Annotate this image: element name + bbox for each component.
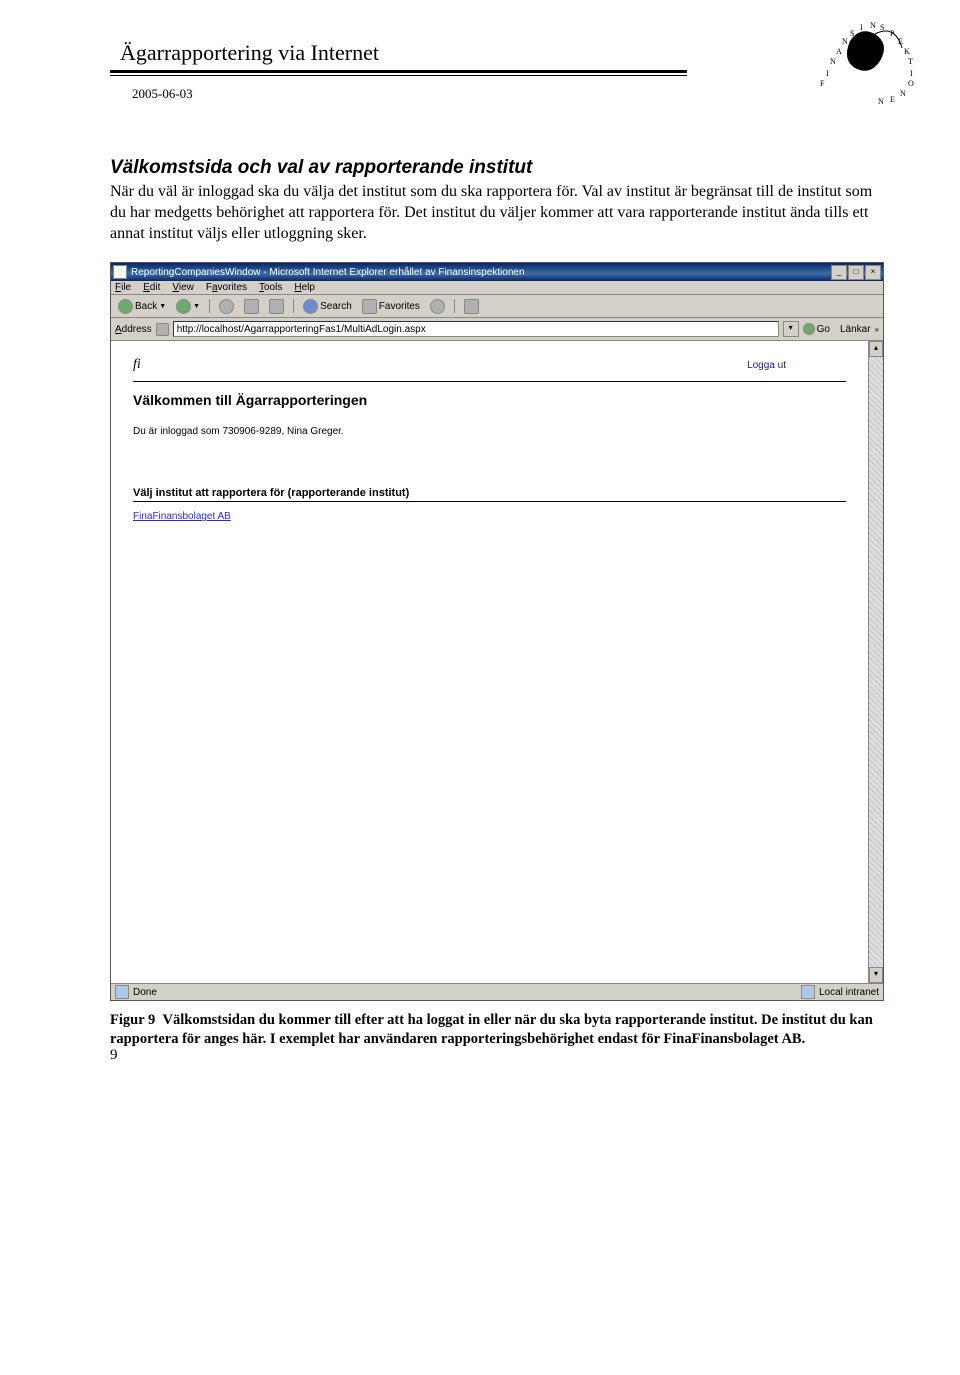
menu-favorites[interactable]: Favorites [206,282,247,293]
links-chevron-icon: » [875,325,879,334]
back-icon [118,299,133,314]
svg-text:S: S [880,23,886,32]
svg-text:T: T [908,57,915,66]
go-button[interactable]: Go [803,323,830,335]
stop-icon [219,299,234,314]
svg-text:P: P [890,29,896,38]
history-button[interactable] [427,298,448,314]
svg-text:F: F [820,79,826,88]
scroll-track[interactable] [869,357,883,967]
svg-text:N: N [878,97,886,106]
refresh-button[interactable] [241,298,262,314]
svg-text:N: N [870,21,878,30]
forward-button[interactable]: ▼ [173,298,203,314]
document-title: Ägarrapportering via Internet [120,40,890,66]
svg-text:E: E [890,95,897,104]
svg-text:I: I [826,69,831,78]
history-icon [430,299,445,314]
scroll-up-button[interactable]: ▴ [869,341,883,357]
menu-tools[interactable]: Tools [259,282,282,293]
svg-text:E: E [898,37,905,46]
minimize-button[interactable]: _ [831,265,847,280]
search-icon [303,299,318,314]
mail-button[interactable] [461,298,482,314]
svg-text:O: O [908,79,916,88]
svg-text:A: A [836,47,844,56]
scroll-down-button[interactable]: ▾ [869,967,883,983]
section-paragraph: När du väl är inloggad ska du välja det … [110,181,890,244]
figure-caption-text: Välkomstsidan du kommer till efter att h… [110,1012,873,1047]
links-label[interactable]: Länkar [840,324,871,335]
menu-file[interactable]: File [115,282,131,293]
mail-icon [464,299,479,314]
svg-text:I: I [910,69,915,78]
page-number: 9 [110,1047,118,1064]
home-icon [269,299,284,314]
status-page-icon [115,985,129,999]
svg-text:K: K [904,47,912,56]
header-rule-thick [110,70,687,73]
forward-icon [176,299,191,314]
choose-institute-heading: Välj institut att rapportera för (rappor… [133,487,846,499]
address-value: http://localhost/AgarrapporteringFas1/Mu… [177,324,426,335]
home-button[interactable] [266,298,287,314]
header-divider [133,381,846,382]
company-link[interactable]: FinaFinansbolaget AB [133,511,231,522]
address-input[interactable]: http://localhost/AgarrapporteringFas1/Mu… [173,321,779,337]
search-button[interactable]: Search [300,298,355,314]
app-title: Välkommen till Ägarrapporteringen [133,392,846,408]
status-text: Done [133,987,157,998]
menu-help[interactable]: Help [294,282,315,293]
logged-in-text: Du är inloggad som 730906-9289, Nina Gre… [133,426,846,437]
vertical-scrollbar[interactable]: ▴ ▾ [868,341,883,983]
dropdown-arrow-icon: ▼ [159,303,166,310]
svg-text:N: N [842,37,850,46]
zone-icon [801,985,815,999]
go-icon [803,323,815,335]
section-divider [133,501,846,502]
logout-link[interactable]: Logga ut [747,360,786,371]
ie-address-bar: Address http://localhost/Agarrapporterin… [111,318,883,341]
zone-text: Local intranet [819,987,879,998]
fi-logo: FIN ANS INS PEK TIO NEN [800,6,920,111]
fi-small-logo: fi [133,357,141,373]
address-label: Address [115,324,152,335]
document-header: Ägarrapportering via Internet 2005-06-03 [110,40,890,102]
figure-label: Figur 9 [110,1012,155,1028]
figure-caption: Figur 9 Välkomstsidan du kommer till eft… [110,1011,890,1049]
toolbar-separator [209,299,210,313]
ie-status-bar: Done Local intranet [111,983,883,1000]
maximize-button[interactable]: □ [848,265,864,280]
favorites-icon [362,299,377,314]
menu-view[interactable]: View [172,282,194,293]
svg-text:N: N [830,57,838,66]
ie-titlebar: ReportingCompaniesWindow - Microsoft Int… [111,263,883,281]
toolbar-separator [293,299,294,313]
svg-text:S: S [850,29,856,38]
stop-button[interactable] [216,298,237,314]
refresh-icon [244,299,259,314]
ie-toolbar: Back ▼ ▼ Search Favorites [111,295,883,318]
favorites-button[interactable]: Favorites [359,298,423,314]
ie-menubar: File Edit View Favorites Tools Help [111,281,883,295]
svg-text:N: N [900,89,908,98]
toolbar-separator [454,299,455,313]
ie-window-title: ReportingCompaniesWindow - Microsoft Int… [131,267,525,278]
ie-content-area: fi Logga ut Välkommen till Ägarrapporter… [111,341,883,983]
embedded-screenshot: ReportingCompaniesWindow - Microsoft Int… [110,262,884,1001]
document-date: 2005-06-03 [132,86,890,102]
close-button[interactable]: × [865,265,881,280]
ie-app-icon [113,265,127,279]
menu-edit[interactable]: Edit [143,282,160,293]
dropdown-arrow-icon: ▼ [193,303,200,310]
address-dropdown[interactable]: ▾ [783,321,799,337]
svg-text:I: I [860,23,865,32]
header-rule-thin [110,75,687,76]
section-heading: Välkomstsida och val av rapporterande in… [110,157,890,179]
page-icon [156,323,169,336]
back-button[interactable]: Back ▼ [115,298,169,314]
